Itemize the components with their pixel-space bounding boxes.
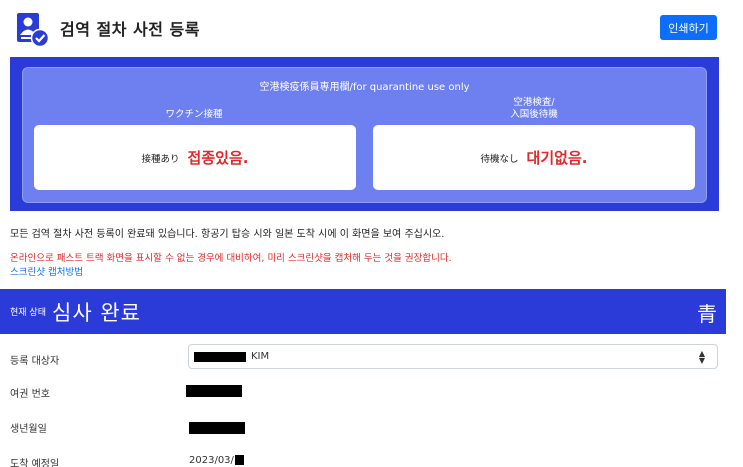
arrival-date-text: 2023/03/ xyxy=(189,455,234,466)
quarantine-panel: 空港検疫係員専用欄/for quarantine use only ワクチン接種… xyxy=(10,57,719,211)
passport-label: 여권 번호 xyxy=(10,389,50,400)
print-button[interactable]: 인쇄하기 xyxy=(660,15,717,40)
airport-column-label: 空港検査/ 入国後待機 xyxy=(373,97,695,121)
registrant-select[interactable]: KIM ▲ ▼ xyxy=(188,344,718,369)
vaccine-status-big: 접종있음. xyxy=(187,149,249,167)
vaccine-status-box: 接種あり 접종있음. xyxy=(34,125,356,190)
registrant-value: KIM xyxy=(251,351,270,362)
arrival-date-value: 2023/03/ xyxy=(189,455,244,466)
airport-label-line2: 入国後待機 xyxy=(510,109,558,120)
redacted-passport-number xyxy=(186,385,242,397)
select-caret-icon: ▲ ▼ xyxy=(698,349,705,365)
birthdate-label: 생년월일 xyxy=(10,424,47,435)
wait-status-big: 대기없음. xyxy=(526,149,588,167)
screenshot-warning: 온라인으로 패스트 트랙 화면을 표시할 수 없는 경우에 대비하여, 미리 스… xyxy=(10,253,452,264)
registrant-label: 등록 대상자 xyxy=(10,356,60,367)
completion-message: 모든 검역 절차 사전 등록이 완료돼 있습니다. 항공기 탑승 시와 일본 도… xyxy=(10,229,445,240)
arrival-date-label: 도착 예정일 xyxy=(10,459,60,467)
status-bar: 현재 상태 심사 완료 青 xyxy=(0,289,726,334)
screenshot-howto-link[interactable]: 스크린샷 캡처방법 xyxy=(10,264,83,278)
vaccine-column-label: ワクチン接種 xyxy=(165,109,223,120)
current-status-label: 현재 상태 xyxy=(10,308,46,318)
status-color-label: 青 xyxy=(697,302,717,326)
quarantine-inner-panel: 空港検疫係員専用欄/for quarantine use only ワクチン接種… xyxy=(22,67,707,203)
vaccine-status-small: 接種あり xyxy=(141,153,180,165)
current-status-value: 심사 완료 xyxy=(52,301,141,325)
redacted-birthdate xyxy=(189,422,245,434)
wait-status-small: 待機なし xyxy=(480,153,519,165)
redacted-arrival-day xyxy=(234,455,244,465)
page-header: 검역 절차 사전 등록 인쇄하기 xyxy=(0,0,743,55)
registration-document-icon xyxy=(17,13,49,47)
airport-label-line1: 空港検査/ xyxy=(513,97,555,108)
wait-status-box: 待機なし 대기없음. xyxy=(373,125,695,190)
redacted-name xyxy=(194,352,246,362)
page-title: 검역 절차 사전 등록 xyxy=(60,20,200,39)
quarantine-heading: 空港検疫係員専用欄/for quarantine use only xyxy=(259,82,470,93)
